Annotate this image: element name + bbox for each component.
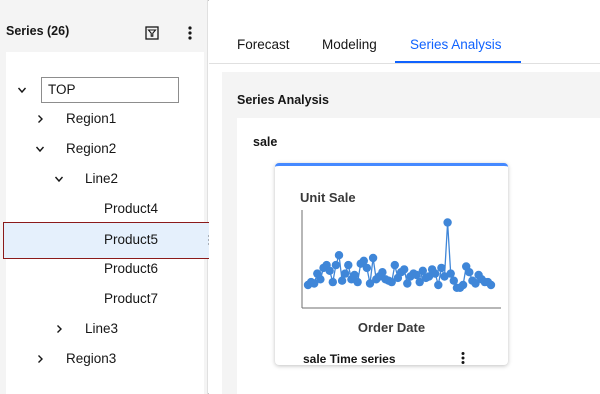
chevron-down-icon[interactable] — [15, 75, 29, 105]
group-title: sale — [253, 135, 278, 149]
data-point[interactable] — [328, 277, 337, 287]
tree-node-line3[interactable]: Line3 — [6, 314, 204, 344]
series-overflow-menu-button[interactable] — [179, 22, 201, 44]
chevron-right-icon[interactable] — [33, 104, 47, 134]
tree-node-product4[interactable]: Product4 — [6, 194, 204, 224]
section-title: Series Analysis — [237, 93, 329, 107]
tree-node-label: Line2 — [85, 171, 119, 186]
tab-forecast[interactable]: Forecast — [237, 28, 290, 64]
data-point[interactable] — [465, 268, 474, 277]
time-series-card[interactable]: Unit Sale Order Date sale Time series — [275, 163, 508, 367]
data-point[interactable] — [431, 269, 440, 278]
active-tab-indicator — [395, 61, 521, 63]
tree-node-label: Region2 — [66, 141, 117, 156]
card-overflow-menu-button[interactable] — [453, 349, 473, 367]
tree-node-product7[interactable]: Product7 — [6, 284, 204, 314]
filter-button[interactable] — [141, 22, 163, 44]
tab-series-analysis[interactable]: Series Analysis — [410, 28, 502, 64]
series-panel-header: Series (26) — [0, 0, 208, 52]
data-point[interactable] — [353, 277, 362, 287]
data-point[interactable] — [390, 260, 399, 270]
time-series-chart — [301, 210, 501, 309]
data-point[interactable] — [344, 260, 353, 270]
main-panel: Forecast Modeling Series Analysis Series… — [209, 0, 600, 394]
filter-icon — [145, 26, 159, 40]
data-point[interactable] — [458, 280, 468, 290]
series-count-title: Series (26) — [6, 24, 70, 38]
tree-node-label: Product5 — [104, 232, 159, 247]
data-point[interactable] — [443, 218, 452, 227]
series-analysis-content: Series Analysis sale Unit Sale Order Dat… — [222, 72, 600, 394]
data-point[interactable] — [400, 265, 409, 274]
data-point[interactable] — [486, 280, 496, 290]
data-point[interactable] — [368, 253, 378, 263]
tree-node-label: Product4 — [104, 201, 159, 216]
tab-bar: Forecast Modeling Series Analysis — [209, 28, 600, 64]
chevron-down-icon[interactable] — [33, 134, 47, 164]
chart-y-axis-label: Unit Sale — [300, 190, 356, 205]
data-point[interactable] — [334, 251, 344, 260]
chevron-down-icon[interactable] — [52, 164, 66, 194]
data-point[interactable] — [362, 263, 372, 273]
series-panel: Series (26) TOP Region1 Region2 Line2 Pr… — [0, 0, 210, 394]
chart-x-axis-label: Order Date — [357, 320, 426, 335]
tree-node-region2[interactable]: Region2 — [6, 134, 204, 164]
data-point[interactable] — [437, 263, 446, 273]
chevron-right-icon[interactable] — [52, 314, 66, 344]
tree-node-region3[interactable]: Region3 — [6, 344, 204, 374]
tab-modeling[interactable]: Modeling — [322, 28, 377, 64]
data-point[interactable] — [434, 280, 443, 290]
tree-node-region1[interactable]: Region1 — [6, 104, 204, 134]
tree-node-label: Line3 — [85, 321, 119, 336]
tree-node-label: Region3 — [66, 351, 117, 366]
chevron-right-icon[interactable] — [33, 344, 47, 374]
sale-series — [303, 218, 496, 292]
tree-node-label: Product7 — [104, 291, 159, 306]
card-title: sale Time series — [303, 352, 396, 366]
tree-node-line2[interactable]: Line2 — [6, 164, 204, 194]
overflow-menu-icon — [188, 26, 192, 40]
data-point[interactable] — [316, 275, 325, 284]
tree-node-label: Region1 — [66, 111, 117, 126]
data-point[interactable] — [331, 260, 341, 270]
tree-node-top-label[interactable]: TOP — [41, 77, 179, 103]
data-point[interactable] — [341, 269, 350, 278]
data-point[interactable] — [325, 266, 334, 275]
overflow-menu-icon — [461, 352, 465, 364]
tree-node-product5[interactable]: Product5 — [3, 222, 210, 259]
sale-group: sale Unit Sale Order Date sale Time seri… — [237, 118, 600, 394]
